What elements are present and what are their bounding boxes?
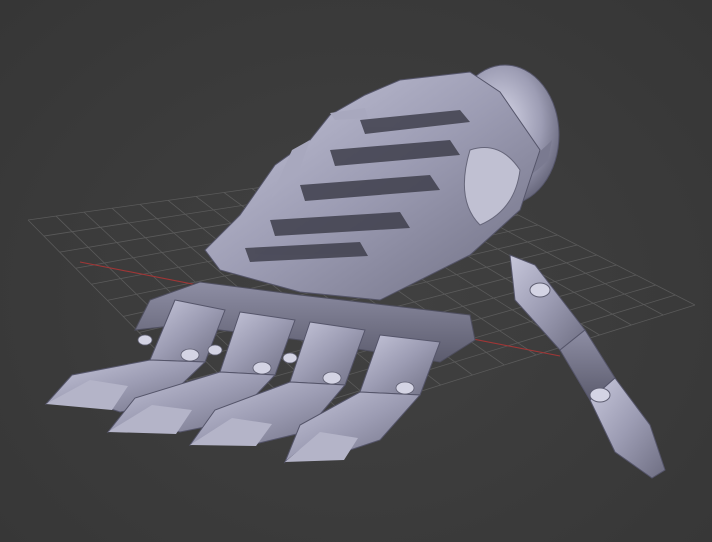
robotic-hand-model[interactable] [44,64,666,479]
3d-viewport[interactable] [0,0,712,542]
viewport-canvas[interactable] [0,0,712,542]
